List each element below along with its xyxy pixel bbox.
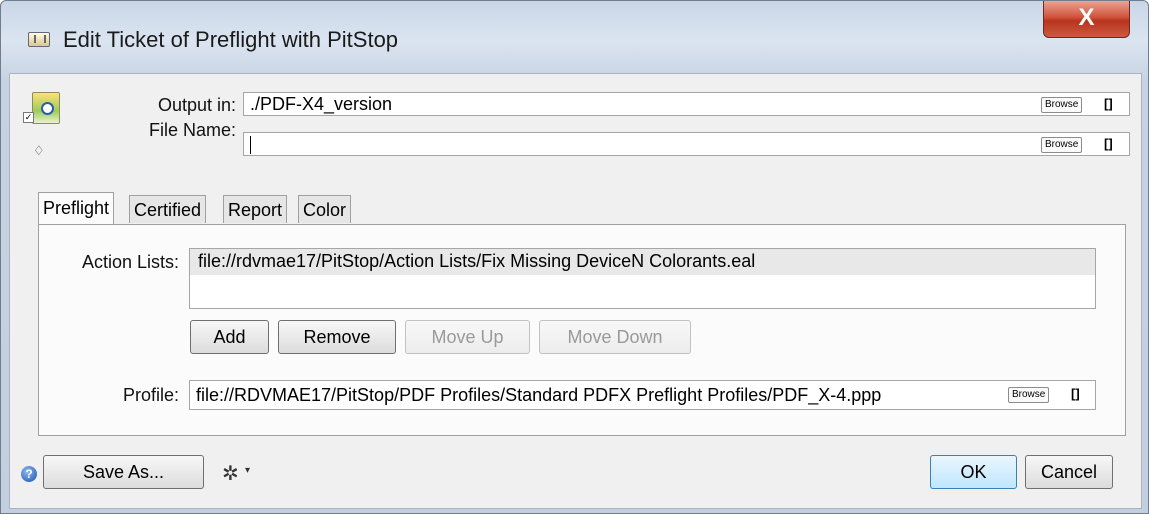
- filename-browse-button[interactable]: Browse: [1041, 137, 1083, 153]
- add-button[interactable]: Add: [190, 320, 269, 354]
- filename-field[interactable]: [243, 132, 1130, 156]
- help-icon[interactable]: ?: [21, 466, 37, 482]
- action-lists-list[interactable]: file://rdvmae17/PitStop/Action Lists/Fix…: [189, 248, 1096, 309]
- profile-variable-button[interactable]: []: [1071, 386, 1080, 401]
- output-browse-button[interactable]: Browse: [1041, 97, 1083, 113]
- save-as-button[interactable]: Save As...: [43, 455, 204, 489]
- filename-label: File Name:: [148, 120, 236, 140]
- remove-button[interactable]: Remove: [278, 320, 396, 354]
- output-label: Output in:: [157, 95, 236, 115]
- gear-icon[interactable]: ✲: [222, 461, 239, 486]
- preflight-app-icon: ✓: [23, 92, 60, 130]
- list-item[interactable]: file://rdvmae17/PitStop/Action Lists/Fix…: [190, 249, 1095, 275]
- action-lists-label: Action Lists:: [81, 252, 179, 272]
- ok-button[interactable]: OK: [930, 455, 1017, 489]
- preflight-panel: Action Lists: file://rdvmae17/PitStop/Ac…: [38, 224, 1126, 436]
- move-up-button[interactable]: Move Up: [405, 320, 530, 354]
- dialog-window: Edit Ticket of Preflight with PitStop X …: [0, 0, 1149, 514]
- tab-preflight[interactable]: Preflight: [38, 192, 115, 224]
- filename-variable-button[interactable]: []: [1104, 136, 1113, 151]
- window-title: Edit Ticket of Preflight with PitStop: [63, 27, 399, 52]
- output-variable-button[interactable]: []: [1104, 96, 1113, 111]
- profile-label: Profile:: [122, 385, 179, 405]
- profile-field[interactable]: file://RDVMAE17/PitStop/PDF Profiles/Sta…: [189, 380, 1096, 410]
- move-down-button[interactable]: Move Down: [539, 320, 691, 354]
- profile-value: file://RDVMAE17/PitStop/PDF Profiles/Sta…: [196, 385, 882, 405]
- profile-browse-button[interactable]: Browse: [1008, 387, 1050, 403]
- bell-icon[interactable]: ♢: [33, 144, 47, 158]
- dialog-body: ✓ ♢ Output in: ./PDF-X4_version Browse […: [9, 73, 1142, 509]
- output-value: ./PDF-X4_version: [250, 94, 393, 114]
- tab-color[interactable]: Color: [298, 195, 352, 223]
- tab-certified[interactable]: Certified: [129, 195, 207, 223]
- chevron-down-icon[interactable]: ▾: [245, 465, 250, 476]
- text-cursor: [250, 136, 251, 155]
- title-bar[interactable]: Edit Ticket of Preflight with PitStop X: [1, 1, 1148, 79]
- ticket-icon: [28, 32, 50, 47]
- cancel-button[interactable]: Cancel: [1025, 455, 1113, 489]
- close-button[interactable]: X: [1043, 1, 1130, 38]
- tab-report[interactable]: Report: [223, 195, 288, 223]
- output-field[interactable]: ./PDF-X4_version: [243, 92, 1130, 116]
